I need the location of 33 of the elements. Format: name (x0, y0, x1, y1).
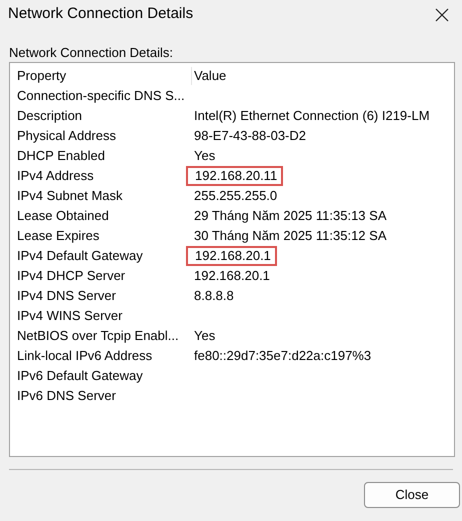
value-cell-text: 29 Tháng Năm 2025 11:35:13 SA (193, 207, 388, 225)
property-cell-text: IPv4 DHCP Server (17, 267, 126, 285)
property-cell-text: Link-local IPv6 Address (17, 347, 154, 365)
window-title: Network Connection Details (8, 4, 194, 24)
property-cell-text: Physical Address (17, 127, 117, 145)
property-cell-text: IPv4 DNS Server (17, 287, 117, 305)
group-label: Network Connection Details: (9, 44, 174, 61)
value-cell-text: Yes (193, 327, 216, 345)
property-cell-text: IPv4 WINS Server (17, 307, 124, 325)
property-cell-text: Connection-specific DNS S... (17, 87, 186, 105)
value-cell-text: 8.8.8.8 (193, 287, 235, 305)
value-cell-text: 30 Tháng Năm 2025 11:35:12 SA (193, 227, 388, 245)
column-header[interactable]: Property (17, 66, 191, 86)
property-cell-text: Description (17, 107, 84, 125)
close-button[interactable]: Close (364, 482, 460, 508)
property-cell-text: IPv4 Default Gateway (17, 247, 144, 265)
highlighted-value: 192.168.20.1 (186, 246, 277, 266)
value-cell-text: 255.255.255.0 (193, 187, 278, 205)
value-cell-text: Intel(R) Ethernet Connection (6) I219-LM (193, 107, 431, 125)
property-cell-text: Lease Expires (17, 227, 100, 245)
property-cell-text: IPv4 Address (17, 167, 95, 185)
property-cell-text: NetBIOS over Tcpip Enabl... (17, 327, 180, 345)
column-header[interactable]: Value (190, 66, 230, 86)
value-cell-text: 98-E7-43-88-03-D2 (193, 127, 308, 145)
value-cell-text: 192.168.20.1 (193, 267, 271, 285)
property-cell-text: DHCP Enabled (17, 147, 106, 165)
value-cell-text: fe80::29d7:35e7:d22a:c197%3 (193, 347, 372, 365)
property-cell-text: IPv6 Default Gateway (17, 367, 144, 385)
property-cell-text: Lease Obtained (17, 207, 110, 225)
property-cell-text: IPv6 DNS Server (17, 387, 117, 405)
value-cell-text: Yes (193, 147, 216, 165)
property-cell-text: IPv4 Subnet Mask (17, 187, 124, 205)
highlighted-value: 192.168.20.11 (186, 166, 284, 186)
